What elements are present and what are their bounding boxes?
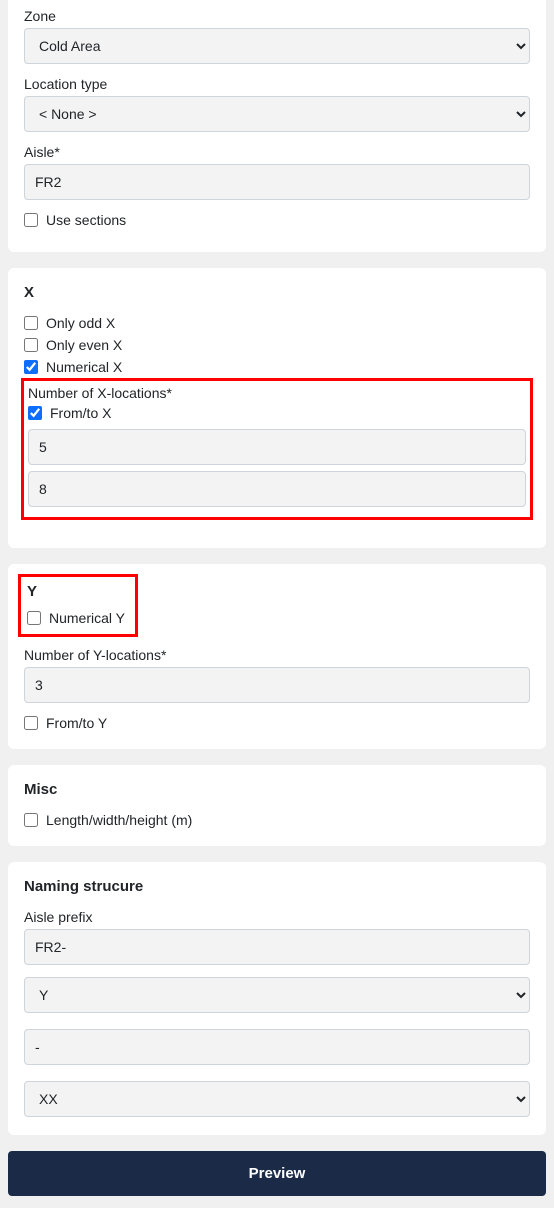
from-to-y-label: From/to Y [46,715,107,731]
misc-title: Misc [24,781,530,798]
from-to-x-checkbox[interactable] [28,406,42,420]
preview-button[interactable]: Preview [8,1151,546,1196]
lwh-checkbox[interactable] [24,813,38,827]
use-sections-label: Use sections [46,212,126,228]
aisle-prefix-input[interactable] [24,929,530,965]
num-x-locations-label: Number of X-locations* [28,385,526,401]
aisle-field: Aisle* [24,144,530,200]
numerical-x-row: Numerical X [24,359,530,375]
zone-select[interactable]: Cold Area [24,28,530,64]
misc-card: Misc Length/width/height (m) [8,765,546,846]
naming-separator-field [24,1029,530,1065]
from-to-x-label: From/to X [50,405,111,421]
numerical-y-checkbox[interactable] [27,611,41,625]
aisle-label: Aisle* [24,144,530,160]
num-y-locations-input[interactable] [24,667,530,703]
use-sections-checkbox[interactable] [24,213,38,227]
aisle-prefix-field: Aisle prefix [24,909,530,965]
naming-title: Naming strucure [24,878,530,895]
location-type-field: Location type < None > [24,76,530,132]
naming-separator-input[interactable] [24,1029,530,1065]
zone-label: Zone [24,8,530,24]
only-even-x-row: Only even X [24,337,530,353]
x-card: X Only odd X Only even X Numerical X Num… [8,268,546,548]
x-title: X [24,284,530,301]
from-to-x-row: From/to X [28,405,526,421]
naming-select-2-field: XX [24,1081,530,1117]
numerical-x-label: Numerical X [46,359,122,375]
location-type-select[interactable]: < None > [24,96,530,132]
num-y-locations-field: Number of Y-locations* [24,647,530,703]
y-card: Y Numerical Y Number of Y-locations* Fro… [8,564,546,749]
aisle-prefix-label: Aisle prefix [24,909,530,925]
zone-card: Zone Cold Area Location type < None > Ai… [8,0,546,252]
only-odd-x-checkbox[interactable] [24,316,38,330]
aisle-input[interactable] [24,164,530,200]
numerical-x-checkbox[interactable] [24,360,38,374]
use-sections-row: Use sections [24,212,530,228]
lwh-label: Length/width/height (m) [46,812,192,828]
x-from-input[interactable] [28,429,526,465]
location-type-label: Location type [24,76,530,92]
only-even-x-label: Only even X [46,337,122,353]
only-odd-x-row: Only odd X [24,315,530,331]
x-to-input[interactable] [28,471,526,507]
lwh-row: Length/width/height (m) [24,812,530,828]
naming-card: Naming strucure Aisle prefix Y XX [8,862,546,1135]
naming-select-1-field: Y [24,977,530,1013]
zone-field: Zone Cold Area [24,8,530,64]
num-y-locations-label: Number of Y-locations* [24,647,530,663]
from-to-y-checkbox[interactable] [24,716,38,730]
only-odd-x-label: Only odd X [46,315,115,331]
only-even-x-checkbox[interactable] [24,338,38,352]
y-highlight-box: Y Numerical Y [18,574,138,637]
naming-select-2[interactable]: XX [24,1081,530,1117]
from-to-y-row: From/to Y [24,715,530,731]
numerical-y-row: Numerical Y [27,610,125,626]
numerical-y-label: Numerical Y [49,610,125,626]
x-highlight-box: Number of X-locations* From/to X [21,378,533,520]
naming-select-1[interactable]: Y [24,977,530,1013]
y-title: Y [27,583,125,600]
